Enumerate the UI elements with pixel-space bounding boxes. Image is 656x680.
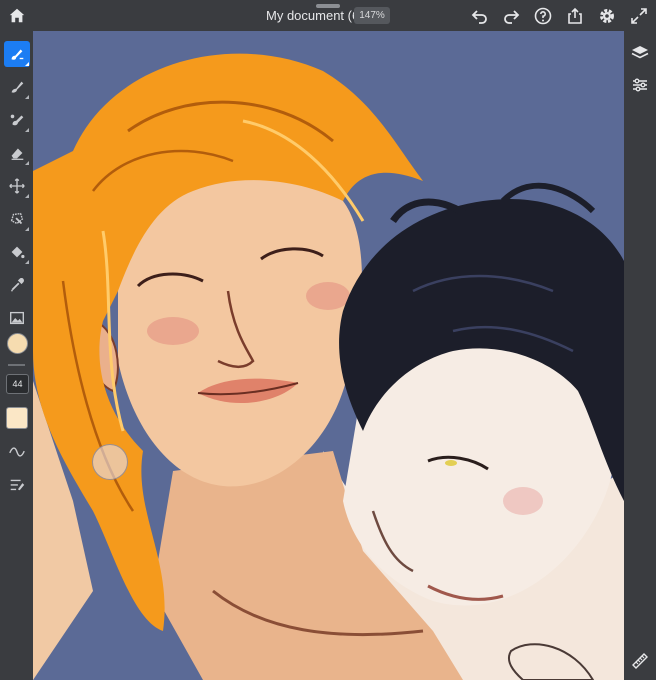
move-icon [9,178,25,194]
brush-tool-button[interactable] [4,41,30,67]
ruler-icon[interactable] [630,651,650,671]
eyedropper-icon [10,278,24,292]
pixel-brush-tool-button[interactable] [4,74,30,100]
move-tool-button[interactable] [4,173,30,199]
wave-icon [9,447,25,457]
image-icon [10,311,24,325]
eraser-tool-button[interactable] [4,140,30,166]
artwork-illustration [33,31,624,680]
brush-icon [11,49,24,60]
undo-icon[interactable] [470,6,490,26]
document-title[interactable]: My document (6) [266,8,364,23]
left-toolbar: 44 [0,31,33,680]
brush-cursor [92,444,128,480]
secondary-color-swatch[interactable] [6,407,28,429]
drawing-canvas[interactable] [33,31,624,680]
brush-settings-icon [10,479,25,491]
fullscreen-icon[interactable] [629,6,649,26]
mixer-brush-icon [10,114,24,126]
gear-icon[interactable] [597,6,617,26]
image-tool-button[interactable] [4,305,30,331]
pencil-brush-icon [11,81,24,93]
redo-icon[interactable] [501,6,521,26]
mixer-brush-tool-button[interactable] [4,107,30,133]
eraser-icon [11,148,24,160]
lasso-icon [10,212,24,225]
sliders-icon[interactable] [630,75,650,95]
help-icon[interactable] [533,6,553,26]
share-icon[interactable] [565,6,585,26]
zoom-level[interactable]: 147% [354,7,390,24]
top-bar: My document (6) 147% [0,0,656,31]
eyedropper-tool-button[interactable] [4,272,30,298]
primary-color-swatch[interactable] [7,333,28,354]
paint-bucket-icon [11,246,25,259]
lasso-tool-button[interactable] [4,206,30,232]
right-toolbar [624,31,656,680]
layers-icon[interactable] [630,43,650,63]
brush-settings-button[interactable] [4,471,30,497]
smoothing-button[interactable] [4,439,30,465]
fill-tool-button[interactable] [4,239,30,265]
toolbar-divider [8,364,25,366]
brush-size-value[interactable]: 44 [6,374,29,394]
home-icon[interactable] [8,7,26,25]
